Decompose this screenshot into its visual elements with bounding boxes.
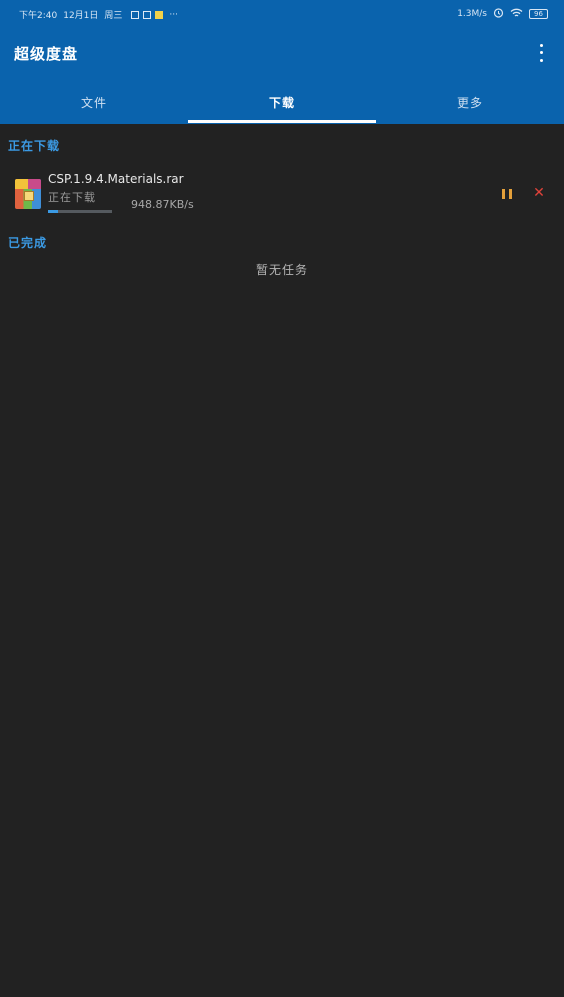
notification-icon	[155, 10, 164, 19]
status-right: 1.3M/s 96	[457, 7, 548, 21]
app-title: 超级度盘	[14, 45, 79, 63]
network-speed: 1.3M/s	[457, 9, 487, 19]
notification-icons	[131, 10, 164, 19]
battery-icon: 96	[529, 9, 548, 19]
status-weekday: 周三	[104, 11, 123, 21]
archive-file-icon	[15, 179, 41, 209]
tab-more[interactable]: 更多	[376, 80, 564, 124]
notification-icon	[131, 10, 140, 19]
more-notifications-icon: ···	[169, 9, 179, 20]
app-bar: 超级度盘	[0, 26, 564, 80]
tab-files[interactable]: 文件	[0, 80, 188, 124]
alarm-icon	[493, 7, 504, 21]
pause-icon[interactable]	[502, 188, 512, 200]
status-bar: 下午2:40 12月1日 周三 ··· 1.3M/s 96	[0, 0, 564, 26]
notification-icon	[143, 10, 152, 19]
wifi-icon	[510, 8, 523, 21]
download-progress-bar	[48, 210, 112, 213]
download-item[interactable]: CSP.1.9.4.Materials.rar 正在下载 948.87KB/s …	[0, 166, 564, 218]
downloading-section-label: 正在下载	[8, 139, 61, 153]
download-speed: 948.87KB/s	[131, 198, 194, 211]
status-date: 12月1日	[63, 11, 99, 21]
status-left: 下午2:40 12月1日 周三 ···	[19, 8, 179, 22]
tab-bar: 文件 下载 更多	[0, 80, 564, 124]
cancel-download-icon[interactable]: ✕	[532, 186, 546, 200]
more-vert-icon[interactable]	[532, 42, 550, 64]
completed-section-label: 已完成	[8, 236, 48, 250]
tab-downloads[interactable]: 下载	[188, 80, 376, 124]
download-progress-fill	[48, 210, 58, 213]
download-status: 正在下载	[48, 191, 96, 204]
file-name: CSP.1.9.4.Materials.rar	[48, 172, 184, 186]
empty-task-text: 暂无任务	[255, 263, 308, 277]
status-time: 下午2:40	[19, 11, 58, 21]
